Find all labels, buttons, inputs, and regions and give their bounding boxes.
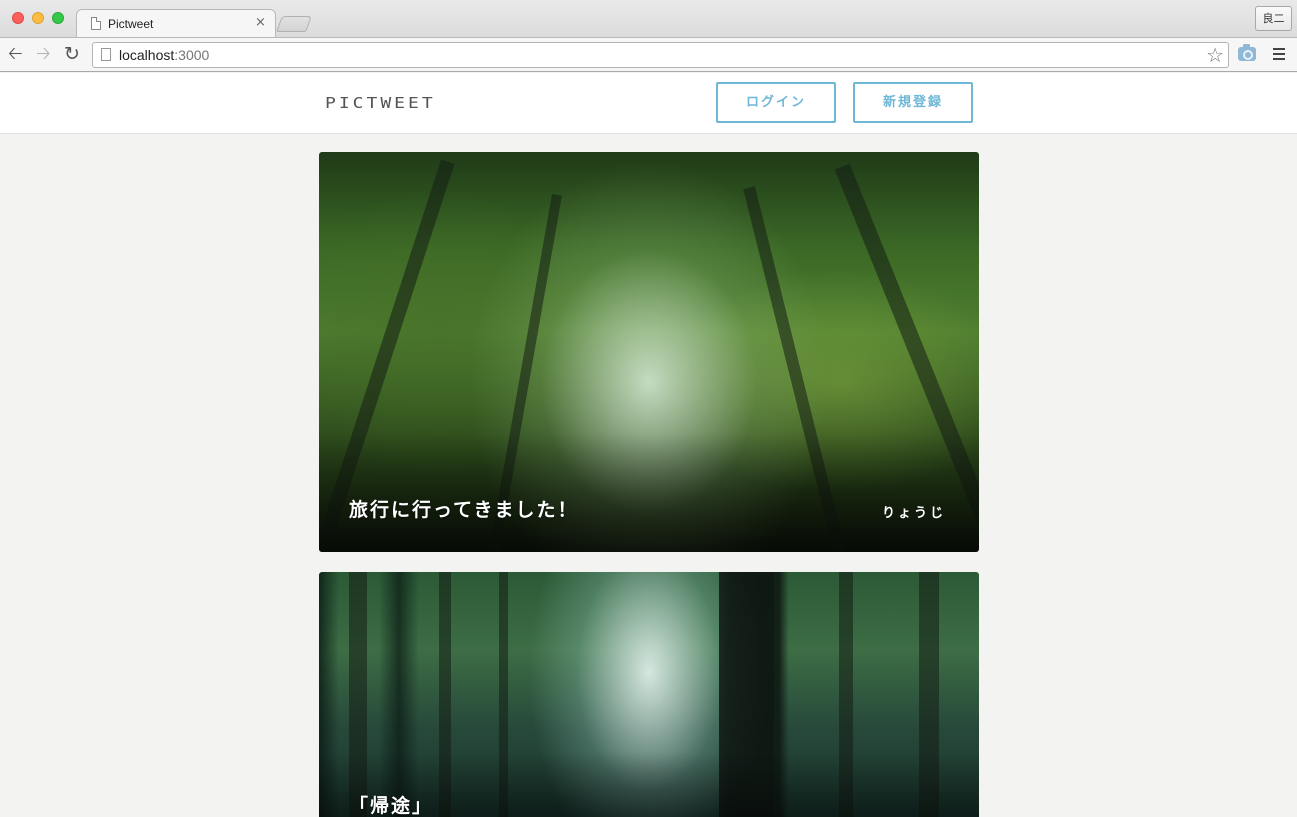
profile-button[interactable]: 良二 xyxy=(1255,6,1292,31)
browser-tab[interactable]: Pictweet × xyxy=(76,9,276,37)
forward-arrow-icon[interactable]: 🡢 xyxy=(36,43,51,65)
tweet-username[interactable]: りょうじ xyxy=(882,502,946,521)
tweet-card[interactable]: 旅行に行ってきました！ りょうじ xyxy=(319,152,979,552)
new-tab-button[interactable] xyxy=(276,16,312,32)
zoom-window-button[interactable] xyxy=(52,12,64,24)
tweet-card[interactable]: 「帰途」 xyxy=(319,572,979,817)
back-arrow-icon[interactable]: 🡠 xyxy=(8,43,23,65)
signup-button[interactable]: 新規登録 xyxy=(853,82,973,123)
tweet-text: 旅行に行ってきました！ xyxy=(349,499,579,521)
close-tab-icon[interactable]: × xyxy=(255,15,266,30)
url-text[interactable]: localhost:3000 xyxy=(119,47,209,63)
address-bar[interactable]: localhost:3000 ☆ xyxy=(92,42,1229,68)
tweet-text: 「帰途」 xyxy=(349,795,434,817)
close-window-button[interactable] xyxy=(12,12,24,24)
site-logo[interactable]: PICTWEET xyxy=(325,95,436,113)
site-header: PICTWEET ログイン 新規登録 xyxy=(0,73,1297,134)
tab-title: Pictweet xyxy=(108,17,154,31)
login-button[interactable]: ログイン xyxy=(716,82,836,123)
menu-icon[interactable] xyxy=(1273,48,1285,61)
browser-titlebar: Pictweet × 良二 xyxy=(0,0,1297,37)
browser-toolbar: 🡠 🡢 ↻ localhost:3000 ☆ xyxy=(0,37,1297,72)
url-host: localhost xyxy=(119,47,175,63)
reload-icon[interactable]: ↻ xyxy=(64,43,80,65)
camera-icon[interactable] xyxy=(1238,44,1256,61)
url-port: :3000 xyxy=(174,47,210,63)
minimize-window-button[interactable] xyxy=(32,12,44,24)
star-icon[interactable]: ☆ xyxy=(1206,44,1224,66)
page-icon xyxy=(91,17,101,30)
page-icon xyxy=(101,48,111,61)
